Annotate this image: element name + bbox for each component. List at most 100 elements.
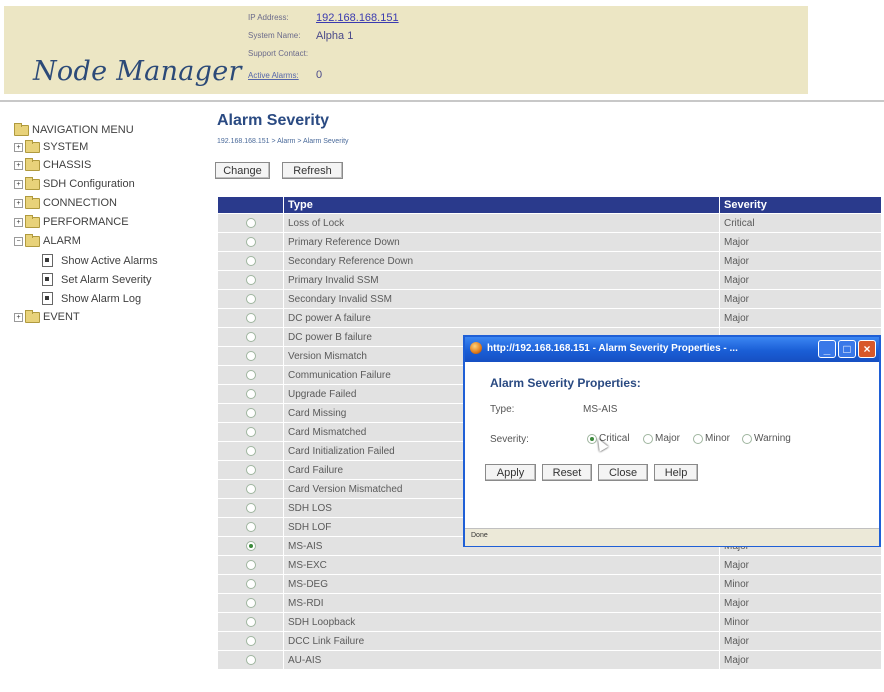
expand-icon[interactable]: +: [14, 312, 23, 322]
nav-title: NAVIGATION MENU: [14, 122, 134, 136]
row-radio-button[interactable]: [245, 654, 256, 665]
row-radio-button[interactable]: [245, 293, 256, 304]
alarm-severity-cell: Critical: [719, 213, 882, 233]
table-row[interactable]: Loss of Lock Critical: [217, 213, 882, 233]
nav-item-system[interactable]: + SYSTEM: [14, 139, 88, 153]
row-radio-button[interactable]: [245, 635, 256, 646]
active-alarms-link[interactable]: Active Alarms:: [248, 71, 299, 80]
nav-item-alarm[interactable]: − ALARM: [14, 233, 81, 247]
folder-icon: [25, 157, 40, 171]
alarm-type-cell: Loss of Lock: [283, 213, 720, 233]
popup-status-bar: Done: [465, 528, 879, 546]
row-radio-button[interactable]: [245, 388, 256, 399]
row-radio-button[interactable]: [245, 540, 256, 551]
row-radio-button[interactable]: [245, 274, 256, 285]
row-radio-button[interactable]: [245, 217, 256, 228]
table-row[interactable]: DC power A failure Major: [217, 308, 882, 328]
row-radio-button[interactable]: [245, 407, 256, 418]
expand-icon[interactable]: +: [14, 198, 23, 208]
radio-button[interactable]: [693, 433, 703, 444]
nav-item-sdh-configuration[interactable]: + SDH Configuration: [14, 176, 135, 190]
row-radio-button[interactable]: [245, 369, 256, 380]
alarm-type-cell: Primary Reference Down: [283, 232, 720, 252]
popup-titlebar[interactable]: http://192.168.168.151 - Alarm Severity …: [465, 337, 879, 362]
nav-item-chassis[interactable]: + CHASSIS: [14, 157, 91, 171]
change-button[interactable]: Change: [215, 162, 270, 179]
nav-item-show-alarm-log[interactable]: Show Alarm Log: [42, 292, 141, 305]
row-radio-button[interactable]: [245, 426, 256, 437]
table-row[interactable]: MS-EXC Major: [217, 555, 882, 575]
table-row[interactable]: AU-AIS Major: [217, 650, 882, 670]
ip-address-link[interactable]: 192.168.168.151: [316, 12, 399, 24]
alarm-severity-cell: Major: [719, 289, 882, 309]
maximize-icon[interactable]: □: [838, 340, 856, 358]
row-select-cell: [217, 612, 284, 632]
table-row[interactable]: Primary Invalid SSM Major: [217, 270, 882, 290]
table-row[interactable]: Primary Reference Down Major: [217, 232, 882, 252]
row-radio-button[interactable]: [245, 255, 256, 266]
table-row[interactable]: DCC Link Failure Major: [217, 631, 882, 651]
nav-item-performance[interactable]: + PERFORMANCE: [14, 214, 129, 228]
table-row[interactable]: Secondary Invalid SSM Major: [217, 289, 882, 309]
alarm-severity-cell: Major: [719, 270, 882, 290]
alarm-type-cell: MS-DEG: [283, 574, 720, 594]
row-radio-button[interactable]: [245, 559, 256, 570]
table-row[interactable]: MS-RDI Major: [217, 593, 882, 613]
row-select-cell: [217, 213, 284, 233]
row-radio-button[interactable]: [245, 445, 256, 456]
folder-icon: [14, 122, 29, 136]
nav-item-connection[interactable]: + CONNECTION: [14, 195, 117, 209]
expand-icon[interactable]: +: [14, 160, 23, 170]
nav-item-event[interactable]: + EVENT: [14, 309, 80, 323]
row-radio-button[interactable]: [245, 236, 256, 247]
expand-icon[interactable]: +: [14, 179, 23, 189]
row-select-cell: [217, 308, 284, 328]
row-radio-button[interactable]: [245, 521, 256, 532]
expand-icon[interactable]: +: [14, 142, 23, 152]
help-button[interactable]: Help: [654, 464, 698, 481]
table-row[interactable]: SDH Loopback Minor: [217, 612, 882, 632]
radio-button[interactable]: [643, 433, 653, 444]
alarm-type-cell: MS-RDI: [283, 593, 720, 613]
nav-item-set-alarm-severity[interactable]: Set Alarm Severity: [42, 273, 151, 286]
row-radio-button[interactable]: [245, 616, 256, 627]
row-radio-button[interactable]: [245, 312, 256, 323]
alarm-type-cell: AU-AIS: [283, 650, 720, 670]
row-select-cell: [217, 270, 284, 290]
reset-button[interactable]: Reset: [542, 464, 592, 481]
row-radio-button[interactable]: [245, 578, 256, 589]
close-icon[interactable]: ×: [858, 340, 876, 358]
refresh-button[interactable]: Refresh: [282, 162, 343, 179]
apply-button[interactable]: Apply: [485, 464, 536, 481]
alarm-severity-cell: Major: [719, 593, 882, 613]
firefox-icon: [470, 342, 482, 354]
alarm-severity-cell: Major: [719, 555, 882, 575]
table-row[interactable]: MS-DEG Minor: [217, 574, 882, 594]
collapse-icon[interactable]: −: [14, 236, 23, 246]
severity-option-warning[interactable]: Warning: [742, 433, 791, 444]
row-radio-button[interactable]: [245, 483, 256, 494]
severity-option-major[interactable]: Major: [643, 433, 680, 444]
alarm-type-cell: Primary Invalid SSM: [283, 270, 720, 290]
row-radio-button[interactable]: [245, 350, 256, 361]
page-title: Alarm Severity: [217, 112, 330, 129]
row-radio-button[interactable]: [245, 502, 256, 513]
folder-icon: [25, 176, 40, 190]
radio-button[interactable]: [742, 433, 752, 444]
row-select-cell: [217, 251, 284, 271]
page-icon: [42, 254, 53, 267]
expand-icon[interactable]: +: [14, 217, 23, 227]
popup-window-title: http://192.168.168.151 - Alarm Severity …: [487, 343, 738, 354]
row-radio-button[interactable]: [245, 331, 256, 342]
row-select-cell: [217, 555, 284, 575]
close-button[interactable]: Close: [598, 464, 648, 481]
row-select-cell: [217, 517, 284, 537]
row-radio-button[interactable]: [245, 597, 256, 608]
nav-item-show-active-alarms[interactable]: Show Active Alarms: [42, 254, 158, 267]
alarm-type-cell: SDH Loopback: [283, 612, 720, 632]
severity-option-minor[interactable]: Minor: [693, 433, 730, 444]
row-radio-button[interactable]: [245, 464, 256, 475]
folder-icon: [25, 214, 40, 228]
table-row[interactable]: Secondary Reference Down Major: [217, 251, 882, 271]
minimize-icon[interactable]: _: [818, 340, 836, 358]
